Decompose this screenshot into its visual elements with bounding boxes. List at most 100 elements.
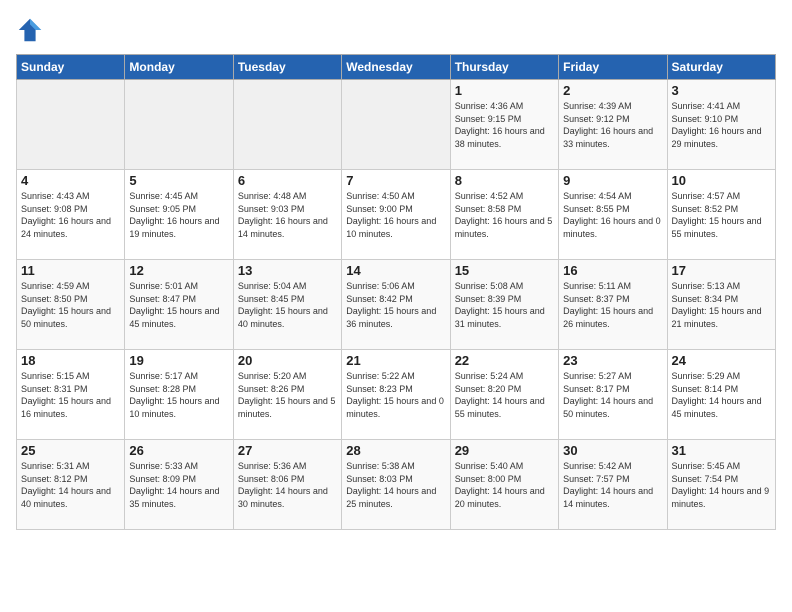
weekday-header-friday: Friday — [559, 55, 667, 80]
calendar-cell: 15 Sunrise: 5:08 AM Sunset: 8:39 PM Dayli… — [450, 260, 558, 350]
day-number: 3 — [672, 83, 771, 98]
day-info: Sunrise: 5:29 AM Sunset: 8:14 PM Dayligh… — [672, 370, 771, 420]
calendar-week-1: 1 Sunrise: 4:36 AM Sunset: 9:15 PM Daylig… — [17, 80, 776, 170]
day-info: Sunrise: 5:01 AM Sunset: 8:47 PM Dayligh… — [129, 280, 228, 330]
day-number: 29 — [455, 443, 554, 458]
calendar-cell: 8 Sunrise: 4:52 AM Sunset: 8:58 PM Daylig… — [450, 170, 558, 260]
calendar-cell: 12 Sunrise: 5:01 AM Sunset: 8:47 PM Dayli… — [125, 260, 233, 350]
day-info: Sunrise: 4:43 AM Sunset: 9:08 PM Dayligh… — [21, 190, 120, 240]
calendar-week-5: 25Sunrise: 5:31 AM Sunset: 8:12 PM Dayli… — [17, 440, 776, 530]
day-number: 24 — [672, 353, 771, 368]
calendar-cell: 13 Sunrise: 5:04 AM Sunset: 8:45 PM Dayli… — [233, 260, 341, 350]
day-number: 16 — [563, 263, 662, 278]
calendar-cell — [342, 80, 450, 170]
calendar-cell: 7 Sunrise: 4:50 AM Sunset: 9:00 PM Daylig… — [342, 170, 450, 260]
calendar-cell: 1 Sunrise: 4:36 AM Sunset: 9:15 PM Daylig… — [450, 80, 558, 170]
calendar-cell: 11 Sunrise: 4:59 AM Sunset: 8:50 PM Dayli… — [17, 260, 125, 350]
day-info: Sunrise: 5:22 AM Sunset: 8:23 PM Dayligh… — [346, 370, 445, 420]
day-number: 22 — [455, 353, 554, 368]
day-info: Sunrise: 5:24 AM Sunset: 8:20 PM Dayligh… — [455, 370, 554, 420]
day-info: Sunrise: 5:11 AM Sunset: 8:37 PM Dayligh… — [563, 280, 662, 330]
calendar-cell: 4 Sunrise: 4:43 AM Sunset: 9:08 PM Daylig… — [17, 170, 125, 260]
day-number: 15 — [455, 263, 554, 278]
calendar-cell: 17Sunrise: 5:13 AM Sunset: 8:34 PM Dayli… — [667, 260, 775, 350]
calendar-cell: 18Sunrise: 5:15 AM Sunset: 8:31 PM Dayli… — [17, 350, 125, 440]
day-info: Sunrise: 5:04 AM Sunset: 8:45 PM Dayligh… — [238, 280, 337, 330]
calendar-cell: 14 Sunrise: 5:06 AM Sunset: 8:42 PM Dayli… — [342, 260, 450, 350]
weekday-header-sunday: Sunday — [17, 55, 125, 80]
weekday-header-thursday: Thursday — [450, 55, 558, 80]
calendar-cell: 3 Sunrise: 4:41 AM Sunset: 9:10 PM Daylig… — [667, 80, 775, 170]
day-info: Sunrise: 4:41 AM Sunset: 9:10 PM Dayligh… — [672, 100, 771, 150]
day-info: Sunrise: 5:45 AM Sunset: 7:54 PM Dayligh… — [672, 460, 771, 510]
day-info: Sunrise: 5:42 AM Sunset: 7:57 PM Dayligh… — [563, 460, 662, 510]
calendar-cell: 26 Sunrise: 5:33 AM Sunset: 8:09 PM Dayli… — [125, 440, 233, 530]
day-number: 19 — [129, 353, 228, 368]
calendar-cell: 31 Sunrise: 5:45 AM Sunset: 7:54 PM Dayli… — [667, 440, 775, 530]
day-info: Sunrise: 5:06 AM Sunset: 8:42 PM Dayligh… — [346, 280, 445, 330]
calendar-cell: 22 Sunrise: 5:24 AM Sunset: 8:20 PM Dayli… — [450, 350, 558, 440]
logo-icon — [16, 16, 44, 44]
day-info: Sunrise: 4:57 AM Sunset: 8:52 PM Dayligh… — [672, 190, 771, 240]
day-info: Sunrise: 5:27 AM Sunset: 8:17 PM Dayligh… — [563, 370, 662, 420]
day-info: Sunrise: 4:59 AM Sunset: 8:50 PM Dayligh… — [21, 280, 120, 330]
day-number: 30 — [563, 443, 662, 458]
day-info: Sunrise: 5:31 AM Sunset: 8:12 PM Dayligh… — [21, 460, 120, 510]
day-number: 4 — [21, 173, 120, 188]
calendar-cell: 27 Sunrise: 5:36 AM Sunset: 8:06 PM Dayli… — [233, 440, 341, 530]
day-number: 11 — [21, 263, 120, 278]
day-number: 8 — [455, 173, 554, 188]
day-number: 27 — [238, 443, 337, 458]
calendar-cell: 16 Sunrise: 5:11 AM Sunset: 8:37 PM Dayli… — [559, 260, 667, 350]
day-number: 5 — [129, 173, 228, 188]
day-number: 17 — [672, 263, 771, 278]
day-number: 31 — [672, 443, 771, 458]
calendar-week-3: 11 Sunrise: 4:59 AM Sunset: 8:50 PM Dayli… — [17, 260, 776, 350]
calendar-cell: 6 Sunrise: 4:48 AM Sunset: 9:03 PM Daylig… — [233, 170, 341, 260]
calendar-cell: 10Sunrise: 4:57 AM Sunset: 8:52 PM Dayli… — [667, 170, 775, 260]
weekday-header-monday: Monday — [125, 55, 233, 80]
day-info: Sunrise: 4:36 AM Sunset: 9:15 PM Dayligh… — [455, 100, 554, 150]
day-number: 26 — [129, 443, 228, 458]
calendar-cell: 24 Sunrise: 5:29 AM Sunset: 8:14 PM Dayli… — [667, 350, 775, 440]
day-number: 23 — [563, 353, 662, 368]
day-info: Sunrise: 5:33 AM Sunset: 8:09 PM Dayligh… — [129, 460, 228, 510]
day-info: Sunrise: 5:40 AM Sunset: 8:00 PM Dayligh… — [455, 460, 554, 510]
weekday-header-saturday: Saturday — [667, 55, 775, 80]
day-info: Sunrise: 4:45 AM Sunset: 9:05 PM Dayligh… — [129, 190, 228, 240]
day-number: 28 — [346, 443, 445, 458]
header-area — [16, 16, 776, 44]
calendar-cell: 20Sunrise: 5:20 AM Sunset: 8:26 PM Dayli… — [233, 350, 341, 440]
day-number: 13 — [238, 263, 337, 278]
day-info: Sunrise: 5:20 AM Sunset: 8:26 PM Dayligh… — [238, 370, 337, 420]
calendar-cell: 9 Sunrise: 4:54 AM Sunset: 8:55 PM Daylig… — [559, 170, 667, 260]
calendar-cell: 23 Sunrise: 5:27 AM Sunset: 8:17 PM Dayli… — [559, 350, 667, 440]
weekday-header-row: SundayMondayTuesdayWednesdayThursdayFrid… — [17, 55, 776, 80]
day-info: Sunrise: 4:39 AM Sunset: 9:12 PM Dayligh… — [563, 100, 662, 150]
day-number: 7 — [346, 173, 445, 188]
day-info: Sunrise: 5:36 AM Sunset: 8:06 PM Dayligh… — [238, 460, 337, 510]
day-number: 2 — [563, 83, 662, 98]
day-number: 9 — [563, 173, 662, 188]
calendar-cell: 2 Sunrise: 4:39 AM Sunset: 9:12 PM Daylig… — [559, 80, 667, 170]
calendar-cell — [17, 80, 125, 170]
day-number: 12 — [129, 263, 228, 278]
day-info: Sunrise: 4:52 AM Sunset: 8:58 PM Dayligh… — [455, 190, 554, 240]
calendar-cell: 21Sunrise: 5:22 AM Sunset: 8:23 PM Dayli… — [342, 350, 450, 440]
calendar-week-2: 4 Sunrise: 4:43 AM Sunset: 9:08 PM Daylig… — [17, 170, 776, 260]
calendar-cell: 25Sunrise: 5:31 AM Sunset: 8:12 PM Dayli… — [17, 440, 125, 530]
day-number: 6 — [238, 173, 337, 188]
day-info: Sunrise: 4:48 AM Sunset: 9:03 PM Dayligh… — [238, 190, 337, 240]
day-info: Sunrise: 4:50 AM Sunset: 9:00 PM Dayligh… — [346, 190, 445, 240]
day-number: 1 — [455, 83, 554, 98]
calendar-cell: 30 Sunrise: 5:42 AM Sunset: 7:57 PM Dayli… — [559, 440, 667, 530]
day-info: Sunrise: 5:17 AM Sunset: 8:28 PM Dayligh… — [129, 370, 228, 420]
day-info: Sunrise: 5:08 AM Sunset: 8:39 PM Dayligh… — [455, 280, 554, 330]
calendar-cell — [125, 80, 233, 170]
weekday-header-tuesday: Tuesday — [233, 55, 341, 80]
calendar-cell: 5 Sunrise: 4:45 AM Sunset: 9:05 PM Daylig… — [125, 170, 233, 260]
calendar-cell: 29 Sunrise: 5:40 AM Sunset: 8:00 PM Dayli… — [450, 440, 558, 530]
weekday-header-wednesday: Wednesday — [342, 55, 450, 80]
day-number: 14 — [346, 263, 445, 278]
day-info: Sunrise: 4:54 AM Sunset: 8:55 PM Dayligh… — [563, 190, 662, 240]
